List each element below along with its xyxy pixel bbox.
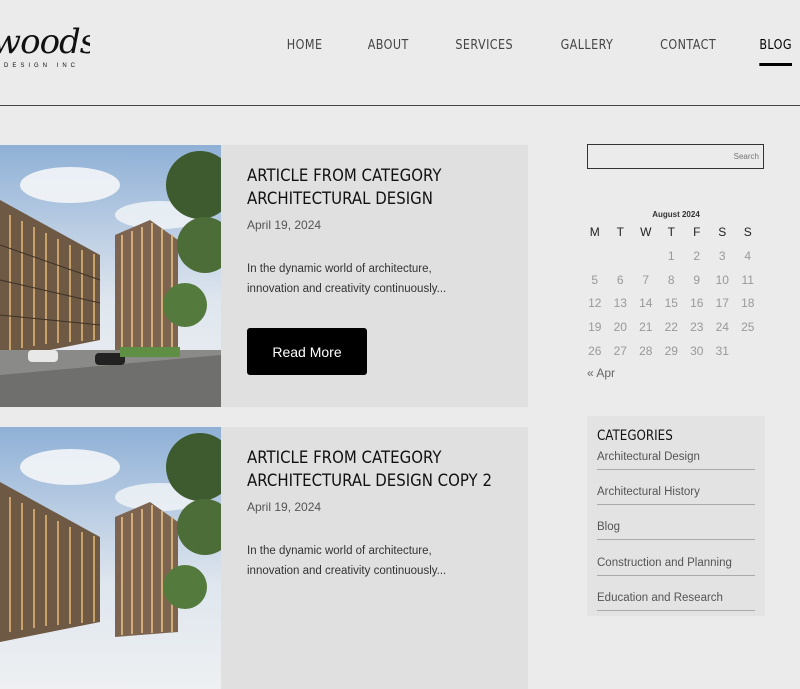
- category-link[interactable]: Architectural Design: [597, 451, 755, 470]
- post-date: April 19, 2024: [247, 500, 322, 514]
- categories-title: CATEGORIES: [597, 428, 673, 444]
- post-title-line: ARTICLE FROM CATEGORY: [247, 448, 442, 468]
- weekday-label: T: [667, 225, 675, 239]
- site-logo[interactable]: woods DESIGN INC: [0, 14, 90, 74]
- weekday-label: M: [589, 225, 600, 239]
- calendar-day: 12: [588, 296, 602, 310]
- weekday-label: F: [693, 225, 701, 239]
- calendar-week: 19 20 21 22 23 24 25: [582, 320, 761, 334]
- calendar-week: 12 13 14 15 16 17 18: [582, 296, 761, 310]
- category-link[interactable]: Construction and Planning: [597, 557, 755, 576]
- calendar-day: [633, 249, 659, 263]
- search-field[interactable]: [587, 144, 764, 169]
- calendar-day: 15: [664, 296, 678, 310]
- blog-post-card: ARTICLE FROM CATEGORY ARCHITECTURAL DESI…: [0, 145, 528, 407]
- calendar-day: 23: [690, 320, 704, 334]
- nav-item-about[interactable]: ABOUT: [367, 38, 408, 53]
- post-title[interactable]: ARTICLE FROM CATEGORY ARCHITECTURAL DESI…: [247, 447, 502, 493]
- calendar-day: 30: [690, 344, 704, 358]
- calendar-day: 19: [588, 320, 602, 334]
- calendar-day: 8: [667, 273, 675, 287]
- category-link[interactable]: Blog: [597, 521, 755, 540]
- header-divider: [0, 105, 800, 106]
- post-date: April 19, 2024: [247, 218, 322, 232]
- calendar-week: 5 6 7 8 9 10 11: [582, 273, 761, 287]
- logo-tagline: DESIGN INC: [4, 63, 80, 69]
- nav-item-contact[interactable]: CONTACT: [660, 38, 716, 53]
- categories-widget: CATEGORIES Architectural Design Architec…: [587, 416, 765, 616]
- calendar-day: 25: [741, 320, 755, 334]
- nav-item-home[interactable]: HOME: [287, 38, 323, 53]
- calendar-week: 26 27 28 29 30 31: [582, 344, 761, 358]
- post-title-line: ARCHITECTURAL DESIGN: [247, 189, 433, 209]
- category-link[interactable]: Education and Research: [597, 592, 755, 611]
- calendar-day: 1: [667, 249, 675, 263]
- post-excerpt: In the dynamic world of architecture, in…: [247, 263, 447, 295]
- category-link[interactable]: Architectural History: [597, 486, 755, 505]
- calendar-day: 6: [616, 273, 624, 287]
- logo-wordmark: woods: [0, 22, 90, 62]
- post-thumbnail-image[interactable]: [0, 427, 221, 689]
- calendar-day: 26: [588, 344, 602, 358]
- main-nav: HOME ABOUT SERVICES GALLERY CONTACT BLOG: [243, 38, 793, 66]
- calendar-day: 24: [715, 320, 729, 334]
- weekday-label: S: [743, 225, 752, 239]
- calendar-day: 2: [693, 249, 701, 263]
- calendar-day: 21: [639, 320, 653, 334]
- calendar-day: 18: [741, 296, 755, 310]
- calendar-day: 13: [613, 296, 627, 310]
- blog-post-card: ARTICLE FROM CATEGORY ARCHITECTURAL DESI…: [0, 427, 528, 689]
- calendar-weekday-header: M T W T F S S: [582, 225, 761, 239]
- search-input[interactable]: [588, 145, 763, 168]
- calendar-prev-month-link[interactable]: « Apr: [587, 366, 615, 380]
- calendar-day: [582, 249, 608, 263]
- calendar-day: 3: [718, 249, 726, 263]
- calendar-day: 17: [715, 296, 729, 310]
- nav-item-services[interactable]: SERVICES: [456, 38, 514, 53]
- post-title-line: ARCHITECTURAL DESIGN COPY 2: [247, 471, 492, 491]
- calendar-week: 1 2 3 4: [582, 249, 761, 263]
- calendar-day: 27: [613, 344, 627, 358]
- weekday-label: S: [718, 225, 727, 239]
- calendar-day: [735, 344, 761, 358]
- calendar-day: 22: [664, 320, 678, 334]
- calendar-day: 31: [715, 344, 729, 358]
- post-thumbnail-image[interactable]: [0, 145, 221, 407]
- weekday-label: W: [640, 225, 652, 239]
- nav-item-blog[interactable]: BLOG: [759, 38, 793, 66]
- nav-item-gallery[interactable]: GALLERY: [560, 38, 613, 53]
- calendar-day: 14: [639, 296, 653, 310]
- calendar-day: 16: [690, 296, 704, 310]
- calendar-day: 5: [591, 273, 599, 287]
- post-excerpt: In the dynamic world of architecture, in…: [247, 545, 447, 577]
- calendar-caption: August 2024: [652, 210, 700, 219]
- calendar-day: 9: [693, 273, 701, 287]
- weekday-label: T: [616, 225, 624, 239]
- calendar-day: 10: [715, 273, 729, 287]
- calendar-day: [608, 249, 634, 263]
- calendar-day: 20: [613, 320, 627, 334]
- post-title[interactable]: ARTICLE FROM CATEGORY ARCHITECTURAL DESI…: [247, 165, 502, 211]
- calendar-day: 4: [744, 249, 752, 263]
- calendar-day: 28: [639, 344, 653, 358]
- read-more-button[interactable]: Read More: [247, 328, 367, 375]
- post-title-line: ARTICLE FROM CATEGORY: [247, 166, 442, 186]
- calendar-day: 11: [741, 273, 754, 287]
- calendar-day: 29: [664, 344, 678, 358]
- calendar-day: 7: [642, 273, 650, 287]
